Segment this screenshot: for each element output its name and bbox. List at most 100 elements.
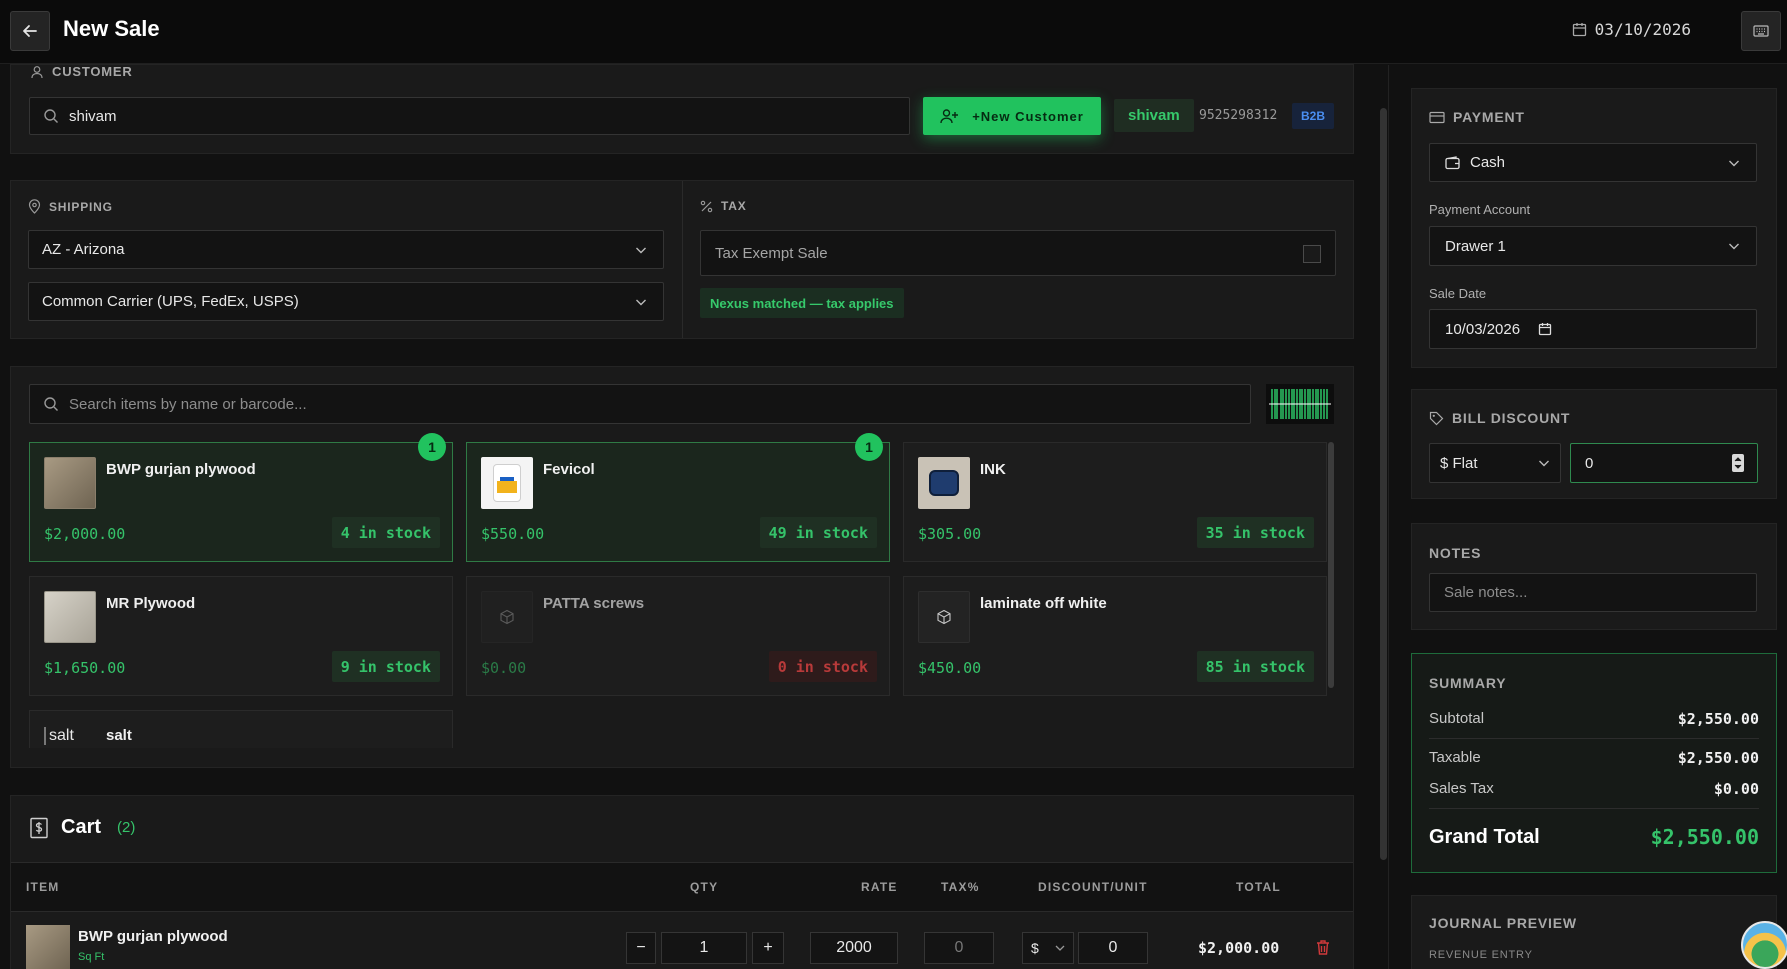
summary-section-label: SUMMARY [1429, 675, 1507, 691]
bill-discount-type-value: $ Flat [1440, 454, 1478, 472]
bill-discount-section-label: BILL DISCOUNT [1429, 410, 1570, 426]
search-icon [44, 397, 58, 411]
summary-grand-total-row: Grand Total $2,550.00 [1429, 825, 1759, 849]
calendar-icon[interactable] [1538, 322, 1552, 336]
item-thumbnail [481, 457, 533, 509]
item-card[interactable]: BWP gurjan plywood $2,000.00 4 in stock … [29, 433, 453, 562]
grand-total-label: Grand Total [1429, 825, 1540, 848]
taxable-label: Taxable [1429, 749, 1481, 766]
rate-input[interactable]: 2000 [810, 932, 898, 964]
payment-account-value: Drawer 1 [1445, 237, 1506, 255]
item-name: PATTA screws [543, 595, 645, 612]
item-search-input[interactable]: Search items by name or barcode... [29, 384, 1251, 424]
subtotal-value: $2,550.00 [1677, 710, 1759, 728]
discount-type-value: $ [1031, 940, 1039, 956]
col-total: TOTAL [1236, 880, 1281, 894]
customer-search-input[interactable]: shivam [29, 97, 910, 135]
selected-customer-name[interactable]: shivam [1114, 99, 1194, 132]
back-button[interactable] [10, 11, 50, 51]
payment-method-select[interactable]: Cash [1429, 143, 1757, 182]
notes-placeholder: Sale notes... [1444, 584, 1528, 601]
selected-customer-phone: 9525298312 [1199, 108, 1278, 123]
header-date: 03/10/2026 [1572, 20, 1691, 39]
tax-input[interactable]: 0 [924, 932, 994, 964]
col-rate: RATE [861, 880, 898, 894]
shipping-state-value: AZ - Arizona [42, 241, 125, 258]
keyboard-button[interactable] [1741, 11, 1781, 51]
chevron-down-icon [1729, 160, 1739, 166]
bill-discount-input[interactable]: 0 [1570, 443, 1758, 483]
user-plus-icon [940, 109, 959, 124]
col-discount: DISCOUNT/UNIT [1038, 880, 1148, 894]
tax-exempt-checkbox[interactable] [1303, 245, 1321, 263]
notes-input[interactable]: Sale notes... [1429, 573, 1757, 612]
assistant-avatar[interactable] [1741, 921, 1787, 969]
sale-date-input[interactable]: 10/03/2026 [1429, 309, 1757, 349]
item-thumbnail [918, 457, 970, 509]
item-card[interactable]: Fevicol $550.00 49 in stock 1 [466, 433, 890, 562]
journal-section-label: JOURNAL PREVIEW [1429, 915, 1577, 931]
qty-input[interactable]: 1 [661, 932, 747, 964]
item-name: salt [106, 727, 132, 744]
items-panel [10, 366, 1354, 768]
discount-type-select[interactable]: $ [1022, 932, 1074, 964]
barcode-icon [1269, 389, 1331, 419]
discount-type-select[interactable]: $ Flat [1429, 443, 1561, 483]
cart-title: Cart [61, 816, 102, 838]
spinner-icon[interactable] [1732, 454, 1744, 472]
item-stock: 0 in stock [768, 651, 877, 682]
sales-tax-label: Sales Tax [1429, 780, 1494, 797]
item-price: $0.00 [481, 659, 527, 677]
box-icon [500, 609, 514, 625]
item-broken-image: salt [44, 727, 74, 745]
item-card[interactable]: laminate off white $450.00 85 in stock [903, 576, 1327, 696]
discount-input[interactable]: 0 [1078, 932, 1148, 964]
summary-divider [1429, 808, 1759, 809]
item-card[interactable]: MR Plywood $1,650.00 9 in stock [29, 576, 453, 696]
new-customer-button[interactable]: +New Customer [923, 97, 1101, 135]
payment-account-select[interactable]: Drawer 1 [1429, 226, 1757, 266]
cart-item-thumbnail [26, 925, 70, 969]
col-qty: QTY [690, 880, 719, 894]
percent-icon [700, 200, 713, 212]
chevron-down-icon [636, 247, 646, 253]
delete-item-button[interactable] [1315, 939, 1331, 961]
col-item: ITEM [26, 880, 60, 894]
notes-section-label: NOTES [1429, 545, 1482, 561]
wallet-icon [1445, 155, 1460, 169]
tax-exempt-row[interactable]: Tax Exempt Sale [700, 230, 1336, 276]
barcode-scan-button[interactable] [1266, 384, 1334, 424]
receipt-icon [30, 817, 48, 838]
map-pin-icon [28, 199, 41, 214]
shipping-tax-divider [682, 181, 683, 338]
main-scrollbar[interactable] [1380, 108, 1387, 860]
grand-total-value: $2,550.00 [1650, 825, 1759, 849]
item-stock: 9 in stock [331, 651, 440, 682]
qty-decrement-button[interactable]: − [626, 932, 656, 964]
item-thumbnail [44, 457, 96, 509]
customer-section-label: CUSTOMER [30, 64, 133, 79]
chevron-down-icon [1539, 460, 1549, 467]
qty-increment-button[interactable]: + [752, 932, 784, 964]
cart-item-total: $2,000.00 [1198, 939, 1280, 957]
item-price: $450.00 [918, 659, 982, 677]
shipping-carrier-select[interactable]: Common Carrier (UPS, FedEx, USPS) [28, 282, 664, 321]
shipping-state-select[interactable]: AZ - Arizona [28, 230, 664, 269]
search-icon [44, 109, 58, 123]
summary-taxable-row: Taxable $2,550.00 [1429, 749, 1759, 767]
items-scrollbar[interactable] [1328, 442, 1334, 688]
item-card[interactable]: INK $305.00 35 in stock [903, 442, 1327, 562]
item-card[interactable]: PATTA screws $0.00 0 in stock [466, 576, 890, 696]
item-name: Fevicol [543, 461, 595, 478]
sale-date-label: Sale Date [1429, 286, 1487, 301]
credit-card-icon [1429, 111, 1445, 123]
bill-discount-value: 0 [1585, 454, 1594, 472]
item-name: BWP gurjan plywood [106, 461, 256, 478]
shipping-carrier-value: Common Carrier (UPS, FedEx, USPS) [42, 293, 299, 310]
box-icon [937, 609, 951, 625]
item-thumbnail [918, 591, 970, 643]
payment-section-label: PAYMENT [1429, 109, 1525, 125]
item-stock: 85 in stock [1196, 651, 1314, 682]
item-card[interactable]: salt salt [29, 710, 453, 748]
shipping-section-label: SHIPPING [28, 199, 113, 214]
